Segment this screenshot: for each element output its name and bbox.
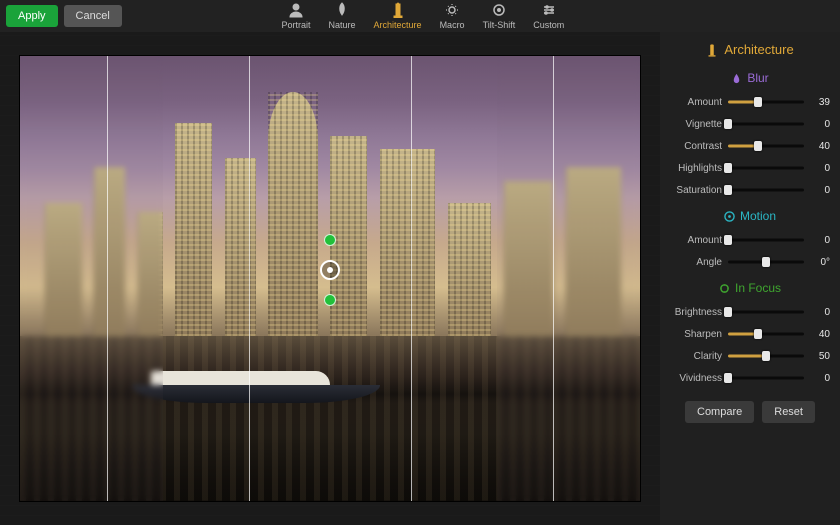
slider-value: 39 xyxy=(810,97,830,108)
slider-value: 0 xyxy=(810,373,830,384)
tiltshift-icon xyxy=(491,2,507,18)
slider-row-sharpen: Sharpen 40 xyxy=(670,325,830,343)
slider-label: Clarity xyxy=(670,351,722,362)
portrait-icon xyxy=(288,2,304,18)
preset-label: Custom xyxy=(533,20,564,30)
slider-value: 0 xyxy=(810,235,830,246)
slider-vividness[interactable] xyxy=(728,372,804,384)
top-toolbar: Apply Cancel Portrait Nature Architectur… xyxy=(0,0,840,32)
slider-row-brightness: Brightness 0 xyxy=(670,303,830,321)
slider-amount[interactable] xyxy=(728,96,804,108)
motion-icon xyxy=(724,211,735,222)
macro-icon xyxy=(444,2,460,18)
section-title-focus: In Focus xyxy=(670,281,830,295)
slider-angle[interactable] xyxy=(728,256,804,268)
slider-brightness[interactable] xyxy=(728,306,804,318)
slider-clarity[interactable] xyxy=(728,350,804,362)
slider-row-saturation: Saturation 0 xyxy=(670,181,830,199)
blur-icon xyxy=(731,73,742,84)
focus-guide-line[interactable] xyxy=(411,56,412,501)
slider-value: 0 xyxy=(810,163,830,174)
main-area: Architecture Blur Amount 39 Vignette 0 C… xyxy=(0,32,840,525)
focus-guide-line[interactable] xyxy=(553,56,554,501)
preset-custom[interactable]: Custom xyxy=(533,2,564,30)
slider-value: 0° xyxy=(810,257,830,268)
slider-row-motion-amount: Amount 0 xyxy=(670,231,830,249)
slider-label: Brightness xyxy=(670,307,722,318)
slider-label: Amount xyxy=(670,97,722,108)
slider-value: 40 xyxy=(810,329,830,340)
preset-label: Portrait xyxy=(282,20,311,30)
architecture-icon xyxy=(390,2,406,18)
settings-panel: Architecture Blur Amount 39 Vignette 0 C… xyxy=(660,32,840,525)
section-title-motion: Motion xyxy=(670,209,830,223)
slider-highlights[interactable] xyxy=(728,162,804,174)
slider-label: Amount xyxy=(670,235,722,246)
preset-tiltshift[interactable]: Tilt-Shift xyxy=(483,2,516,30)
slider-label: Saturation xyxy=(670,185,722,196)
slider-saturation[interactable] xyxy=(728,184,804,196)
slider-label: Angle xyxy=(670,257,722,268)
apply-button[interactable]: Apply xyxy=(6,5,58,27)
slider-row-vividness: Vividness 0 xyxy=(670,369,830,387)
slider-row-angle: Angle 0° xyxy=(670,253,830,271)
preset-nature[interactable]: Nature xyxy=(329,2,356,30)
preset-label: Macro xyxy=(440,20,465,30)
slider-row-clarity: Clarity 50 xyxy=(670,347,830,365)
custom-icon xyxy=(541,2,557,18)
preset-label: Architecture xyxy=(374,20,422,30)
slider-value: 0 xyxy=(810,307,830,318)
slider-row-highlights: Highlights 0 xyxy=(670,159,830,177)
reset-button[interactable]: Reset xyxy=(762,401,815,423)
slider-label: Vignette xyxy=(670,119,722,130)
focus-handle-center[interactable] xyxy=(320,260,340,280)
focus-guide-line[interactable] xyxy=(249,56,250,501)
panel-buttons: Compare Reset xyxy=(670,401,830,423)
slider-contrast[interactable] xyxy=(728,140,804,152)
slider-value: 0 xyxy=(810,119,830,130)
preset-tabs: Portrait Nature Architecture Macro Tilt-… xyxy=(282,2,565,30)
slider-value: 50 xyxy=(810,351,830,362)
focus-guide-line[interactable] xyxy=(107,56,108,501)
slider-label: Sharpen xyxy=(670,329,722,340)
slider-row-contrast: Contrast 40 xyxy=(670,137,830,155)
cancel-button[interactable]: Cancel xyxy=(64,5,122,27)
preset-label: Tilt-Shift xyxy=(483,20,516,30)
canvas-area xyxy=(0,32,660,525)
preset-architecture[interactable]: Architecture xyxy=(374,2,422,30)
slider-label: Contrast xyxy=(670,141,722,152)
focus-handle-top[interactable] xyxy=(324,234,336,246)
architecture-icon xyxy=(706,43,718,57)
slider-motion-amount[interactable] xyxy=(728,234,804,246)
preset-portrait[interactable]: Portrait xyxy=(282,2,311,30)
focus-center-control[interactable] xyxy=(320,234,340,306)
preset-label: Nature xyxy=(329,20,356,30)
slider-row-vignette: Vignette 0 xyxy=(670,115,830,133)
preset-macro[interactable]: Macro xyxy=(440,2,465,30)
panel-title: Architecture xyxy=(670,42,830,57)
nature-icon xyxy=(334,2,350,18)
image-canvas[interactable] xyxy=(20,56,640,501)
slider-sharpen[interactable] xyxy=(728,328,804,340)
focus-handle-bottom[interactable] xyxy=(324,294,336,306)
slider-label: Vividness xyxy=(670,373,722,384)
slider-label: Highlights xyxy=(670,163,722,174)
slider-value: 40 xyxy=(810,141,830,152)
compare-button[interactable]: Compare xyxy=(685,401,754,423)
slider-value: 0 xyxy=(810,185,830,196)
focus-icon xyxy=(719,283,730,294)
section-title-blur: Blur xyxy=(670,71,830,85)
slider-row-amount: Amount 39 xyxy=(670,93,830,111)
slider-vignette[interactable] xyxy=(728,118,804,130)
